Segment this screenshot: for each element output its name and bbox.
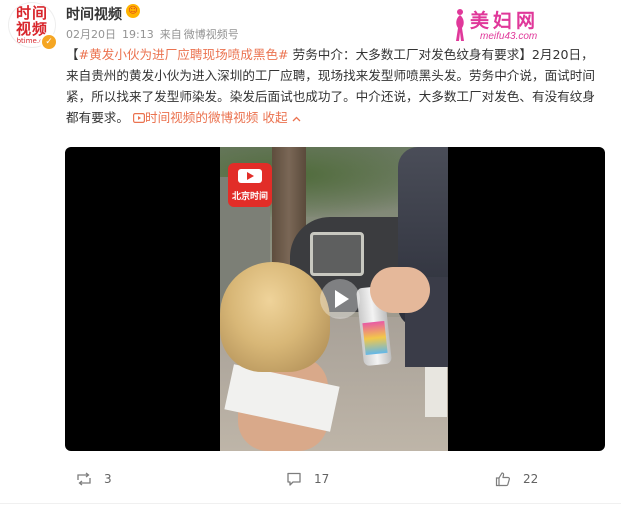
post-source[interactable]: 微博视频号: [184, 28, 239, 41]
collapse-label: 收起: [262, 110, 288, 125]
like-button[interactable]: 22: [495, 465, 538, 493]
hashtag-link[interactable]: #黄发小伙为进厂应聘现场喷成黑色#: [79, 47, 289, 62]
username[interactable]: 时间视频: [66, 4, 122, 24]
action-bar: 3 17 22: [0, 465, 621, 493]
comment-icon: [287, 472, 301, 486]
comment-count: 17: [314, 472, 330, 486]
video-player[interactable]: 北京时间: [65, 147, 605, 451]
repost-count: 3: [104, 472, 112, 486]
watermark-title: 美妇网: [470, 10, 540, 32]
headline-open-bracket: 【: [66, 47, 79, 62]
collapse-button[interactable]: 收起: [262, 110, 301, 125]
headline-close-bracket: 】: [519, 47, 532, 62]
repost-button[interactable]: 3: [76, 465, 112, 493]
video-link-label: 时间视频的微博视频: [144, 110, 259, 125]
divider: [0, 503, 621, 504]
play-icon: [335, 290, 349, 308]
verified-icon: ✓: [40, 33, 58, 51]
thumbs-up-icon: [495, 472, 510, 487]
post-date[interactable]: 02月20日: [66, 28, 116, 41]
chevron-up-icon: [292, 116, 301, 122]
channel-logo: 北京时间: [228, 163, 272, 207]
post-headline: 劳务中介：大多数工厂对发色纹身有要求: [288, 47, 520, 62]
like-count: 22: [523, 472, 539, 486]
watermark-url: meifu43.com: [480, 31, 538, 42]
source-prefix: 来自: [159, 28, 182, 41]
woman-silhouette-icon: [456, 9, 464, 41]
comment-button[interactable]: 17: [286, 465, 329, 493]
avatar-logo-text: 时间 视频: [15, 4, 48, 38]
post-content: 【#黄发小伙为进厂应聘现场喷成黑色# 劳务中介：大多数工厂对发色纹身有要求】2月…: [66, 44, 606, 128]
post-time[interactable]: 19:13: [122, 28, 154, 41]
post-meta: 02月20日 19:13 来自 微博视频号: [66, 26, 245, 42]
repost-icon: [77, 472, 91, 486]
user-badge-icon: ☺: [126, 4, 140, 18]
play-button[interactable]: [320, 279, 360, 319]
video-link[interactable]: 时间视频的微博视频: [132, 110, 259, 125]
video-link-icon: [132, 113, 145, 124]
watermark: 美妇网 meifu43.com: [452, 6, 617, 46]
channel-logo-text: 北京时间: [231, 192, 268, 202]
